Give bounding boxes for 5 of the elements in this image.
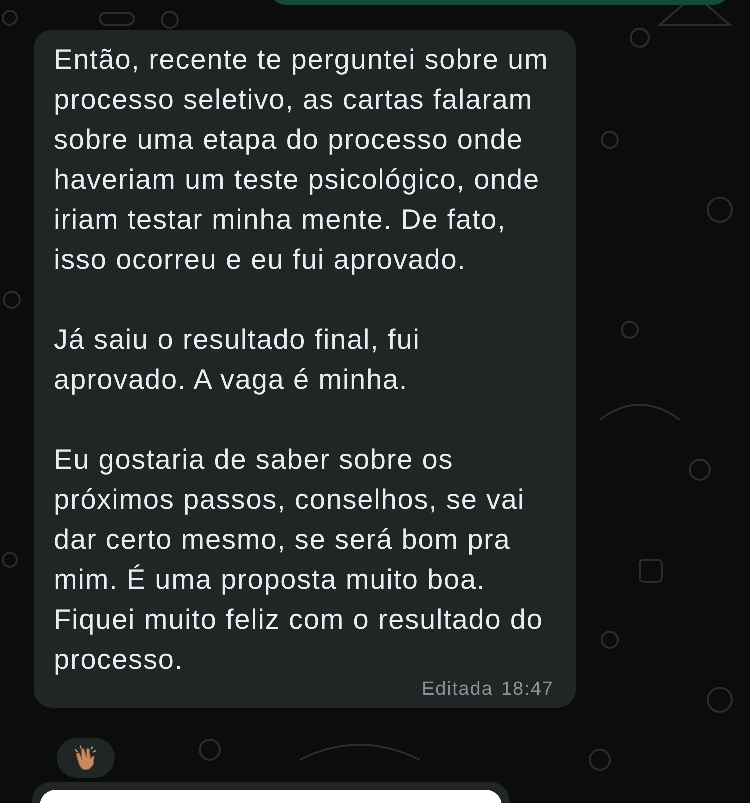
message-text: Eu gostaria de saber sobre os próximos passos, conselhos, se vai dar certo mesmo, se será bom pra mim. É uma proposta muito boa. Fiquei muito feliz com o resultado do processo. <box>54 443 544 677</box>
message-text: Então, recente te perguntei sobre um processo seletivo, as cartas falaram sobre uma etapa do processo onde haveriam um teste psicológico, onde iriam testar minha mente. De fato, isso ocorreu e eu fui aprovado. <box>54 43 550 277</box>
message-time: 18:47 <box>501 680 554 700</box>
edited-label: Editada <box>422 680 494 700</box>
message-text: Já saiu o resultado final, fui aprovado. A vaga é minha. <box>54 323 422 397</box>
